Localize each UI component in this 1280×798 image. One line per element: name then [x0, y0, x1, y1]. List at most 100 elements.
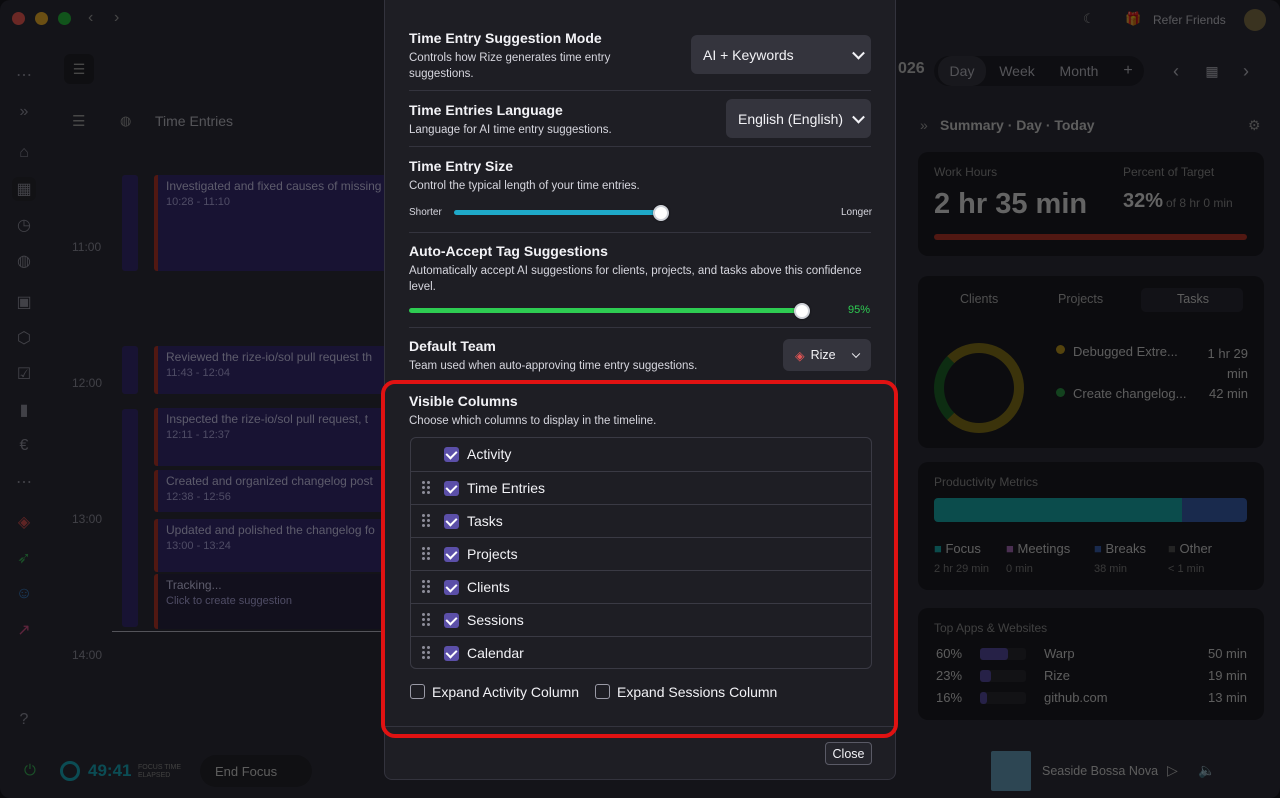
drag-handle-icon[interactable]	[422, 613, 431, 627]
drag-handle-icon[interactable]	[422, 547, 431, 561]
checkbox-sessions[interactable]	[444, 613, 459, 628]
expand-activity-label[interactable]: Expand Activity Column	[432, 684, 579, 700]
back-icon[interactable]: ‹	[88, 9, 93, 27]
box-icon[interactable]: ⬡	[12, 326, 36, 350]
power-icon[interactable]: ⏻	[24, 762, 36, 779]
collapse-icon[interactable]: »	[920, 117, 928, 133]
tab-projects[interactable]: Projects	[1058, 292, 1103, 306]
activity-bar[interactable]	[122, 346, 138, 394]
column-row-activity[interactable]: Activity	[411, 438, 871, 471]
more-icon-2[interactable]: ⋯	[12, 470, 36, 494]
refer-friends-link[interactable]: Refer Friends	[1153, 13, 1226, 27]
rocket-icon[interactable]: ➶	[12, 546, 36, 570]
time-entry[interactable]: Updated and polished the changelog fo 13:…	[154, 519, 394, 572]
checkbox-projects[interactable]	[444, 547, 459, 562]
drag-handle-icon[interactable]	[422, 646, 431, 660]
app-name: Rize	[1044, 668, 1071, 683]
column-row-clients[interactable]: Clients	[411, 570, 871, 603]
column-row-tasks[interactable]: Tasks	[411, 504, 871, 537]
zoom-window-button[interactable]	[58, 12, 71, 25]
minimize-window-button[interactable]	[35, 12, 48, 25]
time-entry[interactable]: Created and organized changelog post 12:3…	[154, 470, 394, 512]
size-slider-fill	[454, 210, 664, 215]
user-icon[interactable]: ☺	[12, 582, 36, 606]
close-window-button[interactable]	[12, 12, 25, 25]
next-icon[interactable]: ›	[1236, 56, 1256, 86]
prev-icon[interactable]: ‹	[1166, 56, 1186, 86]
activity-bar[interactable]	[122, 409, 138, 627]
drag-handle-icon[interactable]	[422, 481, 431, 495]
tab-clients[interactable]: Clients	[960, 292, 998, 306]
trend-icon[interactable]: ↗	[12, 618, 36, 642]
column-row-sessions[interactable]: Sessions	[411, 603, 871, 636]
help-icon[interactable]: ?	[12, 708, 36, 732]
task-dot	[1056, 345, 1065, 354]
visible-columns-desc: Choose which columns to display in the t…	[409, 415, 657, 427]
timer-icon[interactable]: ◷	[12, 213, 36, 237]
legend-focus-value: 2 hr 29 min	[934, 563, 990, 575]
checkbox-time-entries[interactable]	[444, 481, 459, 496]
top-apps-card: Top Apps & Websites 60% Warp 50 min 23% …	[918, 608, 1264, 720]
work-hours-label: Work Hours	[934, 165, 998, 179]
menu-icon[interactable]: ☰	[72, 112, 85, 130]
suggestion-mode-desc: Controls how Rize generates time entry s…	[409, 52, 611, 80]
tab-month[interactable]: Month	[1050, 56, 1108, 86]
close-button[interactable]: Close	[825, 742, 872, 765]
default-team-select[interactable]: ◈ Rize	[783, 339, 871, 371]
checkbox-clients[interactable]	[444, 580, 459, 595]
globe-column-icon: ◍	[120, 113, 132, 128]
time-entry[interactable]: Reviewed the rize-io/sol pull request th…	[154, 346, 394, 394]
track-title: Seaside Bossa Nova	[1042, 764, 1159, 778]
home-icon[interactable]: ⌂	[12, 141, 36, 165]
play-icon[interactable]: ▷	[1167, 762, 1178, 779]
checkbox-activity[interactable]	[444, 447, 459, 462]
checkbox-calendar[interactable]	[444, 646, 459, 661]
calendar-icon[interactable]: ▦	[12, 177, 36, 201]
more-icon[interactable]: ⋯	[12, 63, 36, 87]
date-fragment: 026	[898, 60, 925, 77]
tracking-entry[interactable]: Tracking... Click to create suggestion	[154, 574, 394, 629]
column-row-projects[interactable]: Projects	[411, 537, 871, 570]
filter-icon[interactable]: ☰	[64, 54, 94, 84]
suggestion-mode-select[interactable]: AI + Keywords	[691, 35, 871, 74]
settings-icon[interactable]: ⚙	[1248, 117, 1261, 134]
column-row-time-entries[interactable]: Time Entries	[411, 471, 871, 504]
chart-icon[interactable]: ▮	[12, 398, 36, 422]
confidence-slider-thumb[interactable]	[794, 303, 810, 319]
dark-mode-icon[interactable]: ☾	[1083, 11, 1095, 27]
expand-sessions-checkbox[interactable]	[595, 684, 610, 699]
euro-icon[interactable]: €	[12, 434, 36, 458]
task-time: 1 hr 29 min	[1207, 346, 1248, 381]
size-title: Time Entry Size	[409, 158, 514, 174]
drag-handle-icon[interactable]	[422, 514, 431, 528]
expand-activity-checkbox[interactable]	[410, 684, 425, 699]
task-icon[interactable]: ☑	[12, 362, 36, 386]
avatar[interactable]	[1244, 9, 1266, 31]
layers-icon[interactable]: ◈	[12, 510, 36, 534]
language-select[interactable]: English (English)	[726, 99, 871, 138]
tab-tasks[interactable]: Tasks	[1141, 288, 1243, 312]
globe-icon[interactable]: ◍	[12, 249, 36, 273]
volume-icon[interactable]: 🔈	[1198, 762, 1215, 779]
end-focus-button[interactable]: End Focus	[200, 755, 312, 787]
time-entry[interactable]: Inspected the rize-io/sol pull request, …	[154, 408, 394, 466]
expand-sessions-label[interactable]: Expand Sessions Column	[617, 684, 777, 700]
time-entry[interactable]: Investigated and fixed causes of missing…	[154, 175, 394, 271]
gift-icon[interactable]: 🎁	[1125, 11, 1141, 27]
activity-bar[interactable]	[122, 175, 138, 271]
contact-icon[interactable]: ▣	[12, 290, 36, 314]
column-row-calendar[interactable]: Calendar	[411, 636, 871, 668]
drag-handle-icon[interactable]	[422, 580, 431, 594]
forward-icon[interactable]: ›	[114, 9, 119, 27]
work-hours-card: Work Hours 2 hr 35 min Percent of Target…	[918, 152, 1264, 256]
add-icon[interactable]: +	[1116, 56, 1140, 86]
tab-day[interactable]: Day	[938, 56, 986, 86]
calendar-picker-icon[interactable]: ▦	[1200, 56, 1224, 86]
size-slider-thumb[interactable]	[653, 205, 669, 221]
expand-sidebar-icon[interactable]: »	[12, 100, 36, 124]
task-dot	[1056, 388, 1065, 397]
confidence-slider-fill	[409, 308, 805, 313]
focus-timer: 49:41	[88, 761, 132, 780]
tab-week[interactable]: Week	[990, 56, 1044, 86]
checkbox-tasks[interactable]	[444, 514, 459, 529]
